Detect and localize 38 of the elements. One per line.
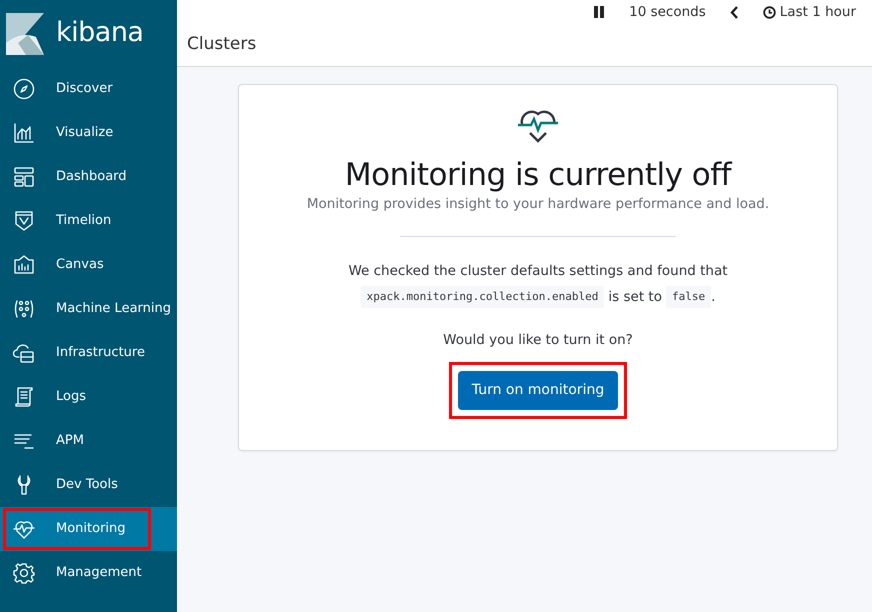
chevron-left-icon[interactable] bbox=[730, 6, 739, 18]
sidebar-item[interactable]: Monitoring bbox=[0, 507, 177, 551]
logo-text: kibana bbox=[56, 16, 144, 50]
clock-icon bbox=[762, 6, 776, 18]
sidebar-item[interactable]: Machine Learning bbox=[0, 287, 177, 331]
gear-icon bbox=[13, 562, 35, 584]
value-code: false bbox=[666, 286, 712, 308]
setting-code: xpack.monitoring.collection.enabled bbox=[360, 286, 604, 308]
sidebar-item[interactable]: Management bbox=[0, 551, 177, 595]
shield-icon bbox=[13, 210, 35, 232]
sidebar-item[interactable]: Dashboard bbox=[0, 155, 177, 199]
canvas-icon bbox=[13, 254, 35, 276]
refresh-interval-link[interactable]: 10 seconds bbox=[629, 2, 706, 22]
sidebar-item[interactable]: APM bbox=[0, 419, 177, 463]
panel-heading: Monitoring is currently off bbox=[344, 157, 734, 194]
sidebar-item[interactable]: Logs bbox=[0, 375, 177, 419]
message-text: We checked the cluster defaults settings and found that bbox=[347, 262, 729, 282]
message-text: is set to bbox=[608, 288, 662, 307]
turn-on-button[interactable]: Turn on monitoring bbox=[458, 371, 618, 410]
cloud-server-icon bbox=[13, 342, 35, 364]
sidebar-item[interactable]: Canvas bbox=[0, 243, 177, 287]
panel-subtitle: Monitoring provides insight to your hardware performance and load. bbox=[306, 195, 770, 214]
sidebar-item[interactable]: Visualize bbox=[0, 111, 177, 155]
sidebar-item[interactable]: Dev Tools bbox=[0, 463, 177, 507]
time-range-link[interactable]: Last 1 hour bbox=[762, 2, 856, 22]
sidebar-item[interactable]: Discover bbox=[0, 67, 177, 111]
message-text: . bbox=[711, 288, 716, 307]
compass-icon bbox=[13, 78, 35, 100]
sidebar-item[interactable]: Timelion bbox=[0, 199, 177, 243]
dots-icon bbox=[13, 298, 35, 320]
question-text: Would you like to turn it on? bbox=[442, 331, 634, 350]
chart-icon bbox=[13, 122, 35, 144]
pause-button[interactable] bbox=[593, 6, 606, 18]
document-icon bbox=[13, 386, 35, 408]
sidebar-item[interactable]: Infrastructure bbox=[0, 331, 177, 375]
kibana-logo-icon bbox=[6, 12, 44, 54]
page-title: Clusters bbox=[186, 33, 258, 56]
dashboard-icon bbox=[13, 166, 35, 188]
